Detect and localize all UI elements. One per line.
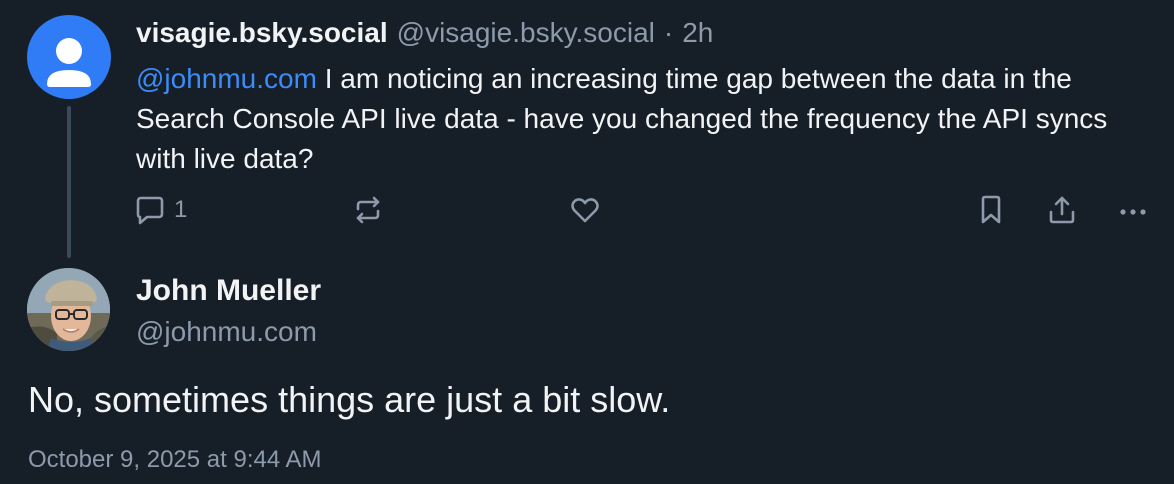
post-date: October 9, 2025 at 9:44 AM	[28, 446, 322, 473]
profile-photo	[27, 268, 110, 351]
post-text: @johnmu.com I am noticing an increasing …	[136, 59, 1156, 179]
reply-post: John Mueller @johnmu.com No, sometimes t…	[0, 262, 1174, 484]
more-options-button[interactable]	[1117, 188, 1149, 232]
bookmark-button[interactable]	[975, 188, 1007, 232]
like-button[interactable]	[569, 188, 601, 232]
comment-icon	[136, 196, 164, 225]
parent-post[interactable]: visagie.bsky.social @visagie.bsky.social…	[0, 0, 1174, 262]
heart-icon	[571, 198, 599, 223]
author-avatar[interactable]	[27, 268, 110, 351]
reply-button[interactable]: 1	[134, 188, 187, 232]
post-timestamp[interactable]: 2h	[682, 14, 713, 52]
repost-button[interactable]	[352, 188, 384, 232]
mention-link[interactable]: @johnmu.com	[136, 63, 317, 94]
share-button[interactable]	[1046, 188, 1078, 232]
default-avatar[interactable]	[27, 15, 111, 99]
author-display-name[interactable]: John Mueller	[136, 272, 321, 310]
share-icon	[1049, 196, 1075, 224]
repost-icon	[356, 196, 380, 224]
author-handle[interactable]: @johnmu.com	[136, 314, 317, 350]
post-header: visagie.bsky.social @visagie.bsky.social…	[136, 14, 713, 52]
ellipsis-icon	[1120, 209, 1146, 215]
user-silhouette-icon	[47, 38, 91, 87]
reply-count: 1	[174, 196, 188, 223]
bookmark-icon	[981, 195, 1001, 224]
separator-dot: ·	[663, 17, 674, 48]
thread-connector-line	[67, 106, 71, 258]
post-action-bar: 1	[0, 188, 1174, 232]
author-handle[interactable]: @visagie.bsky.social	[397, 14, 655, 52]
author-display-name[interactable]: visagie.bsky.social	[136, 14, 388, 52]
reply-text: No, sometimes things are just a bit slow…	[28, 379, 671, 420]
